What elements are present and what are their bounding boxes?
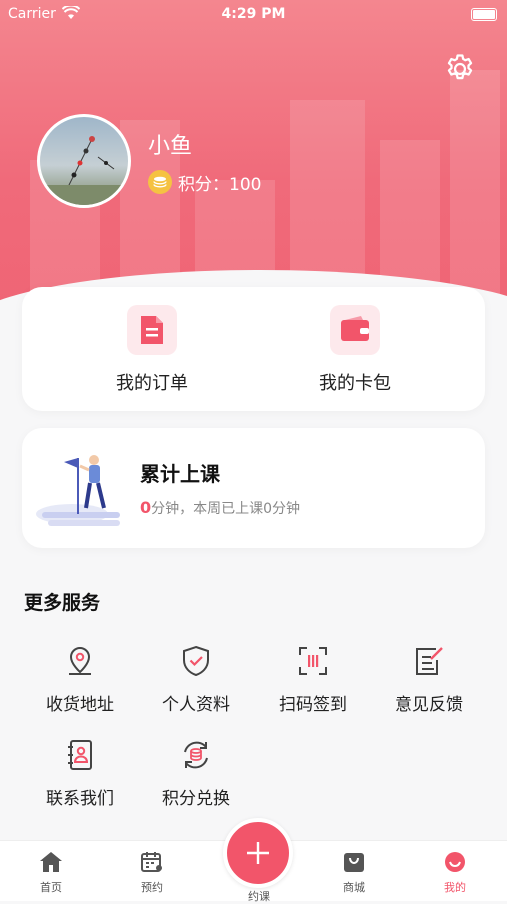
service-shipping-address[interactable]: 收货地址 bbox=[22, 644, 138, 715]
points-coin-icon bbox=[148, 170, 172, 194]
service-label: 联系我们 bbox=[46, 789, 114, 809]
shield-check-icon bbox=[183, 645, 209, 677]
status-bar: Carrier 4:29 PM bbox=[0, 0, 507, 28]
points-text: 积分：100 bbox=[178, 174, 262, 195]
service-label: 扫码签到 bbox=[279, 695, 347, 715]
tab-home-label: 首页 bbox=[40, 881, 62, 894]
service-feedback[interactable]: 意见反馈 bbox=[371, 644, 487, 715]
avatar[interactable] bbox=[37, 114, 131, 208]
smile-face-icon bbox=[445, 852, 465, 872]
service-label: 积分兑换 bbox=[162, 789, 230, 809]
my-card-wallet-label: 我的卡包 bbox=[319, 373, 391, 394]
home-icon bbox=[40, 852, 62, 872]
study-title: 累计上课 bbox=[140, 462, 220, 486]
contact-book-icon bbox=[68, 740, 92, 770]
tab-booking-label: 预约 bbox=[141, 881, 163, 894]
service-label: 个人资料 bbox=[162, 695, 230, 715]
study-subtitle-text: 分钟，本周已上课0分钟 bbox=[151, 501, 301, 517]
service-personal-info[interactable]: 个人资料 bbox=[138, 644, 254, 715]
tab-shop-label: 商城 bbox=[343, 881, 365, 894]
plus-icon bbox=[247, 842, 269, 864]
my-orders-button[interactable]: 我的订单 bbox=[62, 305, 242, 395]
status-time: 4:29 PM bbox=[221, 6, 286, 22]
service-label: 意见反馈 bbox=[395, 695, 463, 715]
shopping-bag-icon bbox=[344, 853, 364, 872]
points-exchange-icon bbox=[184, 741, 208, 769]
my-card-wallet-button[interactable]: 我的卡包 bbox=[265, 305, 445, 395]
battery-icon bbox=[471, 8, 497, 21]
study-minutes: 0 bbox=[140, 498, 152, 517]
edit-note-icon bbox=[416, 647, 443, 675]
book-class-button[interactable] bbox=[223, 818, 293, 888]
service-points-exchange[interactable]: 积分兑换 bbox=[138, 738, 254, 809]
quick-actions-card: 我的订单 我的卡包 bbox=[22, 287, 485, 411]
service-label: 收货地址 bbox=[46, 695, 114, 715]
username: 小鱼 bbox=[148, 134, 193, 159]
my-orders-label: 我的订单 bbox=[116, 373, 188, 394]
document-icon bbox=[127, 305, 177, 355]
wallet-icon bbox=[330, 305, 380, 355]
study-summary-card[interactable]: 累计上课 0分钟，本周已上课0分钟 bbox=[22, 428, 485, 548]
tab-home[interactable]: 首页 bbox=[21, 851, 81, 895]
service-scan-checkin[interactable]: 扫码签到 bbox=[255, 644, 371, 715]
settings-gear-icon[interactable] bbox=[443, 52, 477, 86]
tab-booking[interactable]: 预约 bbox=[122, 851, 182, 895]
avatar-kites-photo bbox=[40, 136, 128, 205]
location-pin-icon bbox=[69, 646, 91, 675]
tab-book-class-label: 约课 bbox=[248, 890, 270, 903]
tab-mine[interactable]: 我的 bbox=[425, 851, 485, 895]
study-subtitle: 0分钟，本周已上课0分钟 bbox=[140, 498, 300, 518]
scan-icon bbox=[299, 647, 327, 675]
tab-shop[interactable]: 商城 bbox=[324, 851, 384, 895]
tab-mine-label: 我的 bbox=[444, 881, 466, 894]
service-contact-us[interactable]: 联系我们 bbox=[22, 738, 138, 809]
study-flag-illustration bbox=[36, 455, 120, 526]
points-display[interactable]: 积分：100 bbox=[148, 170, 262, 195]
more-services-title: 更多服务 bbox=[24, 592, 101, 614]
calendar-icon bbox=[141, 852, 162, 872]
